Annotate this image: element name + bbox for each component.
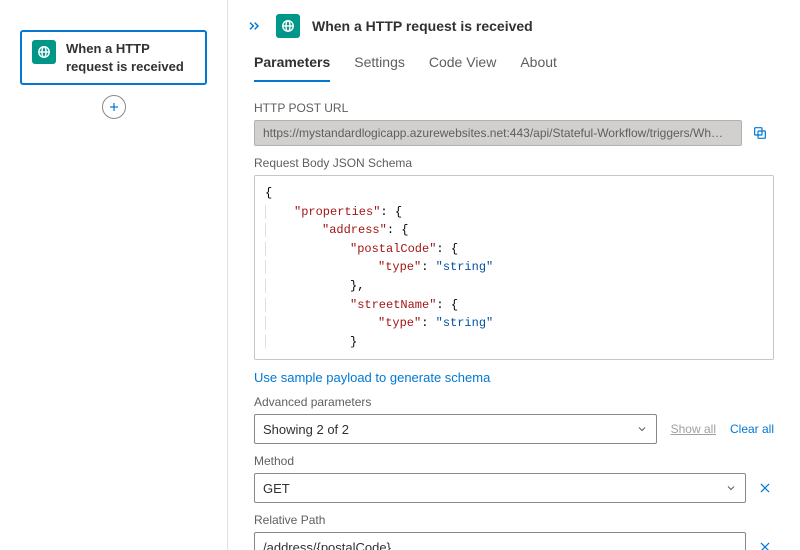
canvas-pane: When a HTTP request is received xyxy=(0,0,228,550)
schema-line: "address": { xyxy=(265,223,408,237)
advanced-params-value: Showing 2 of 2 xyxy=(263,422,349,437)
http-post-url-label: HTTP POST URL xyxy=(254,101,774,115)
http-trigger-icon xyxy=(276,14,300,38)
tabs: Parameters Settings Code View About xyxy=(228,48,800,83)
advanced-params-label: Advanced parameters xyxy=(254,395,774,409)
schema-line: }, xyxy=(265,279,364,293)
tab-parameters[interactable]: Parameters xyxy=(254,48,330,82)
schema-label: Request Body JSON Schema xyxy=(254,156,774,170)
method-label: Method xyxy=(254,454,774,468)
add-step-button[interactable] xyxy=(102,95,126,119)
relative-path-input[interactable]: /address/{postalCode} xyxy=(254,532,746,550)
chevron-down-icon xyxy=(636,423,648,435)
trigger-card[interactable]: When a HTTP request is received xyxy=(20,30,207,85)
show-all-link[interactable]: Show all xyxy=(671,422,716,436)
remove-method-button[interactable] xyxy=(758,481,774,495)
collapse-icon[interactable] xyxy=(244,16,264,36)
schema-editor[interactable]: { "properties": { "address": { "postalCo… xyxy=(254,175,774,360)
method-select[interactable]: GET xyxy=(254,473,746,503)
copy-url-button[interactable] xyxy=(752,125,774,141)
schema-line: "type": "string" xyxy=(265,316,493,330)
sample-payload-link[interactable]: Use sample payload to generate schema xyxy=(254,370,490,385)
panel-title: When a HTTP request is received xyxy=(312,18,533,34)
http-post-url-value[interactable]: https://mystandardlogicapp.azurewebsites… xyxy=(254,120,742,146)
trigger-label: When a HTTP request is received xyxy=(66,40,195,75)
remove-relative-path-button[interactable] xyxy=(758,540,774,550)
detail-panel: When a HTTP request is received Paramete… xyxy=(228,0,800,550)
clear-all-link[interactable]: Clear all xyxy=(730,422,774,436)
schema-line: "streetName": { xyxy=(265,298,458,312)
http-trigger-icon xyxy=(32,40,56,64)
chevron-down-icon xyxy=(725,482,737,494)
tab-about[interactable]: About xyxy=(520,48,557,82)
schema-line: "type": "string" xyxy=(265,260,493,274)
relative-path-value: /address/{postalCode} xyxy=(263,540,391,550)
schema-line: } xyxy=(265,335,357,349)
advanced-params-select[interactable]: Showing 2 of 2 xyxy=(254,414,657,444)
schema-line: { xyxy=(265,186,272,200)
method-value: GET xyxy=(263,481,290,496)
schema-line: "properties": { xyxy=(265,205,402,219)
relative-path-label: Relative Path xyxy=(254,513,774,527)
tab-settings[interactable]: Settings xyxy=(354,48,405,82)
schema-line: "postalCode": { xyxy=(265,242,458,256)
tab-code-view[interactable]: Code View xyxy=(429,48,496,82)
